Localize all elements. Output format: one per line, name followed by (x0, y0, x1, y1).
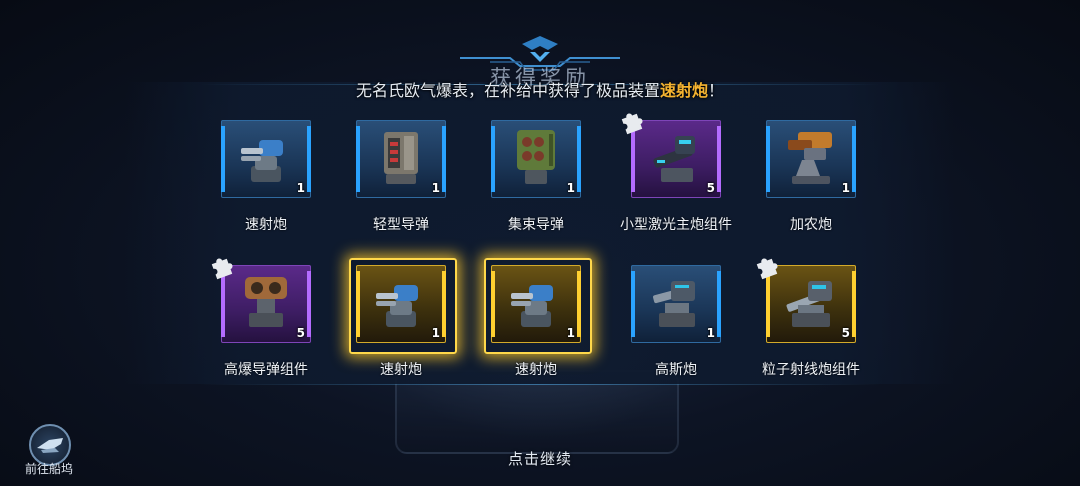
small-laser-cannon-icon (653, 136, 695, 182)
tap-to-continue[interactable]: 点击继续 (0, 448, 1080, 469)
particle-beam-cannon-icon (786, 281, 832, 327)
reward-item[interactable]: 1 速射炮 (476, 258, 596, 395)
fragment-puzzle-icon (211, 258, 233, 280)
reward-item[interactable]: 5 高爆导弹组件 (206, 258, 326, 395)
high-explosive-missile-icon (245, 277, 287, 327)
reward-item[interactable]: 1 轻型导弹 (341, 120, 461, 250)
item-count: 1 (431, 181, 440, 195)
item-name: 集束导弹 (508, 217, 564, 233)
reward-item[interactable]: 1 速射炮 (206, 120, 326, 250)
item-name: 小型激光主炮组件 (620, 217, 732, 233)
item-count: 1 (566, 181, 575, 195)
item-name: 高斯炮 (655, 362, 697, 378)
rare-drop-announcement: 无名氏欧气爆表，在补给中获得了极品装置速射炮！ (0, 77, 1080, 101)
item-count: 5 (296, 326, 305, 340)
item-count: 1 (296, 181, 305, 195)
item-count: 1 (841, 181, 850, 195)
item-name: 粒子射线炮组件 (762, 362, 860, 378)
reward-item[interactable]: 5 粒子射线炮组件 (751, 258, 871, 395)
fragment-puzzle-icon (756, 258, 778, 280)
item-count: 1 (431, 326, 440, 340)
announcement-end: ！ (708, 81, 725, 100)
gauss-cannon-icon (653, 281, 695, 327)
item-count: 5 (841, 326, 850, 340)
item-count: 1 (566, 326, 575, 340)
cluster-missile-icon (517, 130, 555, 184)
item-name: 加农炮 (790, 217, 832, 233)
item-card: 1 (356, 120, 446, 198)
reward-item[interactable]: 5 小型激光主炮组件 (616, 113, 736, 250)
item-name: 轻型导弹 (373, 217, 429, 233)
reward-item[interactable]: 1 高斯炮 (616, 265, 736, 395)
item-card: 1 (491, 120, 581, 198)
light-missile-icon (384, 132, 418, 184)
item-name: 高爆导弹组件 (224, 362, 308, 378)
item-card: 1 (356, 265, 446, 343)
cannon-icon (788, 132, 832, 184)
reward-item[interactable]: 1 加农炮 (751, 120, 871, 250)
fragment-puzzle-icon (621, 113, 643, 135)
item-name: 速射炮 (245, 217, 287, 233)
item-card: 1 (221, 120, 311, 198)
item-card: 1 (491, 265, 581, 343)
item-count: 1 (706, 326, 715, 340)
item-card: 1 (631, 265, 721, 343)
rapid-fire-cannon-icon (511, 285, 553, 327)
rapid-fire-cannon-icon (241, 140, 283, 182)
item-name: 速射炮 (515, 362, 557, 378)
item-name: 速射炮 (380, 362, 422, 378)
announcement-text: 无名氏欧气爆表，在补给中获得了极品装置 (355, 81, 660, 100)
announcement-item-name: 速射炮 (659, 81, 708, 100)
reward-item[interactable]: 1 集束导弹 (476, 120, 596, 250)
rapid-fire-cannon-icon (376, 285, 418, 327)
item-card: 1 (766, 120, 856, 198)
item-count: 5 (706, 181, 715, 195)
reward-item[interactable]: 1 速射炮 (341, 258, 461, 395)
